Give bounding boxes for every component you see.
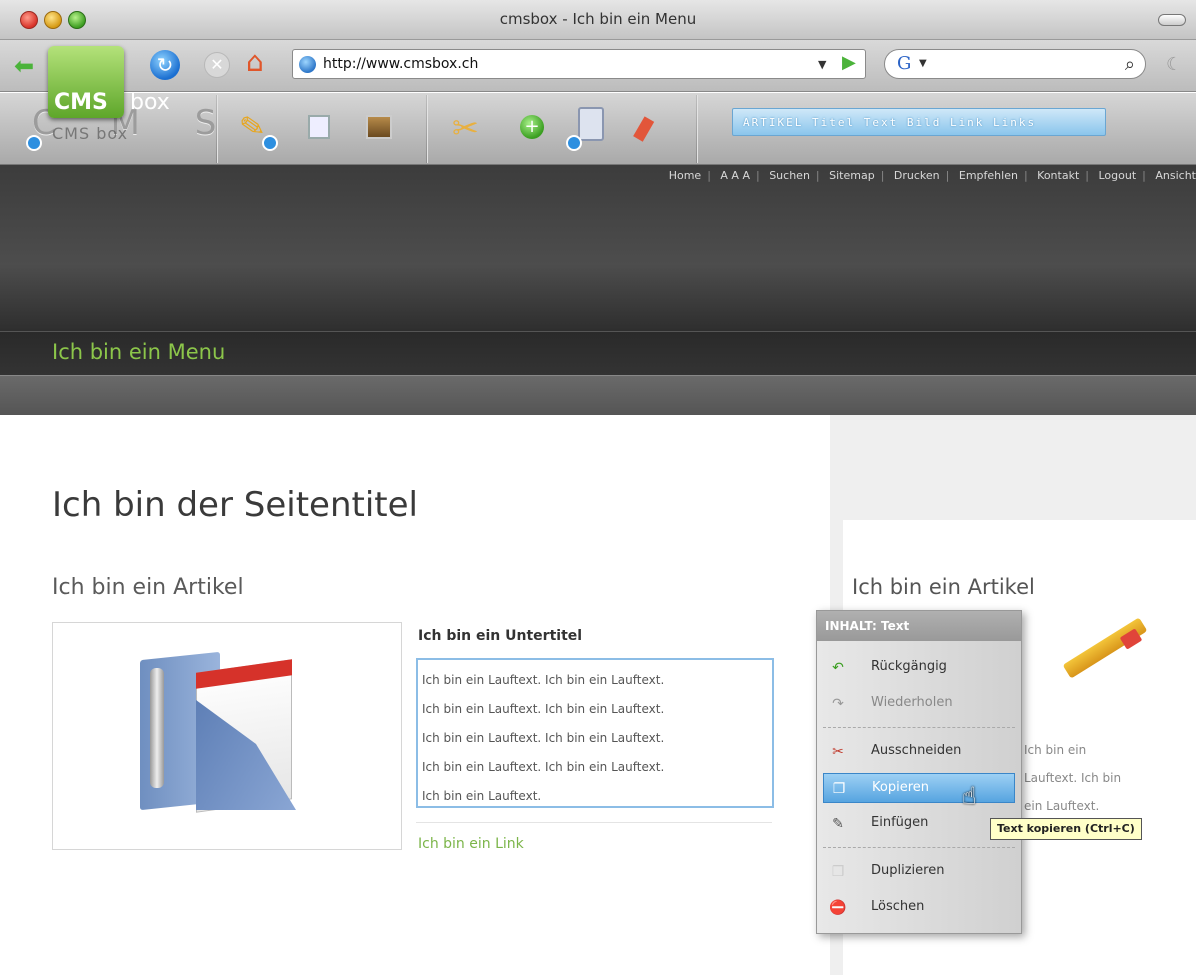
search-engine-logo[interactable]: G [897,53,911,74]
context-menu: INHALT: Text ↶ Rückgängig ↷ Wiederholen … [816,610,1022,934]
paste-icon: ✎ [832,816,844,832]
format-strip[interactable]: ARTIKEL Titel Text Bild Link Links [732,108,1106,136]
pen-illustration [150,668,164,788]
topnav-logout-link[interactable]: Logout [1098,169,1136,182]
reload-icon[interactable]: ↻ [150,50,180,80]
article-title: Ich bin ein Artikel [52,575,244,600]
topnav-contact-link[interactable]: Kontakt [1037,169,1079,182]
body-line: Ich bin ein Lauftext. [422,789,542,803]
topnav-view-link[interactable]: Ansicht [1155,169,1196,182]
duplicate-icon: ❒ [831,864,845,880]
body-line: Ich bin ein Lauftext. Ich bin ein Laufte… [422,760,665,774]
body-line: Ich bin ein Lauftext. Ich bin ein Laufte… [422,702,665,716]
delete-icon: ⛔ [829,900,847,916]
cms-play-icon[interactable] [26,135,42,151]
cms-toolbar: C M S ✎ ✂ + ▮ ARTIKEL Titel Text Bild Li… [0,93,1196,165]
browser-window: cmsbox - Ich bin ein Menu ⬅ ➡ ↻ ✕ ⌂ http… [0,0,1196,975]
context-menu-header: INHALT: Text [817,611,1021,641]
sidebar-body-text: Ich bin ein Lauftext. Ich bin ein Laufte… [1024,736,1174,820]
top-navigation: Home | A A A | Suchen | Sitemap | Drucken | E… [668,169,1196,182]
body-line: Ich bin ein Lauftext. Ich bin ein Laufte… [422,731,665,745]
edit-play-icon[interactable] [262,135,278,151]
title-bar: cmsbox - Ich bin ein Menu [0,0,1196,40]
menu-item-label: Rückgängig [871,659,947,674]
topnav-home-link[interactable]: Home [669,169,701,182]
extension-icon[interactable]: ☾ [1166,54,1182,75]
copy-icon: ❐ [832,781,846,797]
url-text[interactable]: http://www.cmsbox.ch [323,56,478,72]
undo-icon: ↶ [832,660,844,676]
menu-bar: Ich bin ein Menu [0,331,1196,375]
back-arrow-icon[interactable]: ⬅ [14,52,34,80]
menu-item-label: Ausschneiden [871,743,962,758]
divider [416,822,772,823]
url-history-dropdown-icon[interactable]: ▼ [818,58,826,71]
topnav-print-link[interactable]: Drucken [894,169,940,182]
toolbar-divider [696,95,698,163]
menu-item-copy[interactable]: ❐ Kopieren [823,773,1015,803]
menu-separator [823,847,1015,848]
menu-item-label: Kopieren [872,780,929,795]
toolbar-toggle-button[interactable] [1158,14,1186,26]
clipboard-play-icon[interactable] [566,135,582,151]
menu-item-label: Löschen [871,899,925,914]
menu-item-delete[interactable]: ⛔ Löschen [823,893,1015,923]
page-icon[interactable] [308,115,330,139]
home-icon[interactable]: ⌂ [246,48,264,76]
topnav-sitemap-link[interactable]: Sitemap [829,169,875,182]
scissors-icon: ✂ [832,744,844,760]
menu-item-undo[interactable]: ↶ Rückgängig [823,653,1015,683]
body-line: Ich bin ein Lauftext. Ich bin ein Laufte… [422,673,665,687]
menu-separator [823,727,1015,728]
menu-item-label: Duplizieren [871,863,945,878]
menu-item-redo[interactable]: ↷ Wiederholen [823,689,1015,719]
sidebar-body-line: Lauftext. Ich bin [1024,771,1122,785]
article-link[interactable]: Ich bin ein Link [418,836,524,852]
go-arrow-icon[interactable]: ▶ [842,52,856,73]
menu-item-duplicate[interactable]: ❒ Duplizieren [823,857,1015,887]
hand-cursor-icon: ☝ [962,782,977,810]
address-bar[interactable]: http://www.cmsbox.ch [292,49,866,79]
clipboard-icon[interactable] [578,107,604,141]
navigation-toolbar: ⬅ ➡ ↻ ✕ ⌂ http://www.cmsbox.ch ▼ ▶ G ▼ ⌕… [0,40,1196,92]
eraser-icon[interactable]: ▮ [629,108,661,147]
sidebar-body-line: Ich bin ein [1024,743,1087,757]
redo-icon: ↷ [832,696,844,712]
menu-item[interactable]: Ich bin ein Menu [52,340,225,364]
page-title: Ich bin der Seitentitel [52,485,418,525]
sub-menu-bar [0,375,1196,415]
article-subtitle: Ich bin ein Untertitel [418,628,583,644]
copy-tooltip: Text kopieren (Ctrl+C) [990,818,1142,840]
stop-icon[interactable]: ✕ [204,52,230,78]
search-engine-dropdown-icon[interactable]: ▼ [919,58,927,69]
body-text-editor[interactable]: Ich bin ein Lauftext. Ich bin ein Laufte… [416,658,774,808]
site-logo-cms: CMS [54,90,108,115]
menu-item-label: Wiederholen [871,695,953,710]
menu-item-cut[interactable]: ✂ Ausschneiden [823,737,1015,767]
sidebar-body-line: ein Lauftext. [1024,799,1100,813]
site-logo-reflection: CMS box [52,124,129,143]
magnifier-icon[interactable]: ⌕ [1125,54,1135,75]
window-title: cmsbox - Ich bin ein Menu [499,10,697,28]
toolbar-divider [426,95,428,163]
topnav-search-link[interactable]: Suchen [769,169,810,182]
sidebar-article-title: Ich bin ein Artikel [852,575,1035,599]
toolbar-divider [216,95,218,163]
topnav-recommend-link[interactable]: Empfehlen [959,169,1018,182]
add-icon[interactable]: + [520,115,544,139]
topnav-font-size-link[interactable]: A A A [720,169,750,182]
menu-item-label: Einfügen [871,815,929,830]
globe-icon [299,56,316,73]
menu-item-paste[interactable]: ✎ Einfügen [823,809,1015,839]
site-header: Home | A A A | Suchen | Sitemap | Drucken | E… [0,165,1196,331]
site-logo-box: box [130,90,170,115]
search-field[interactable]: G ▼ ⌕ [884,49,1146,79]
image-icon[interactable] [366,115,392,139]
magic-wand-icon[interactable]: ✂ [452,111,479,145]
